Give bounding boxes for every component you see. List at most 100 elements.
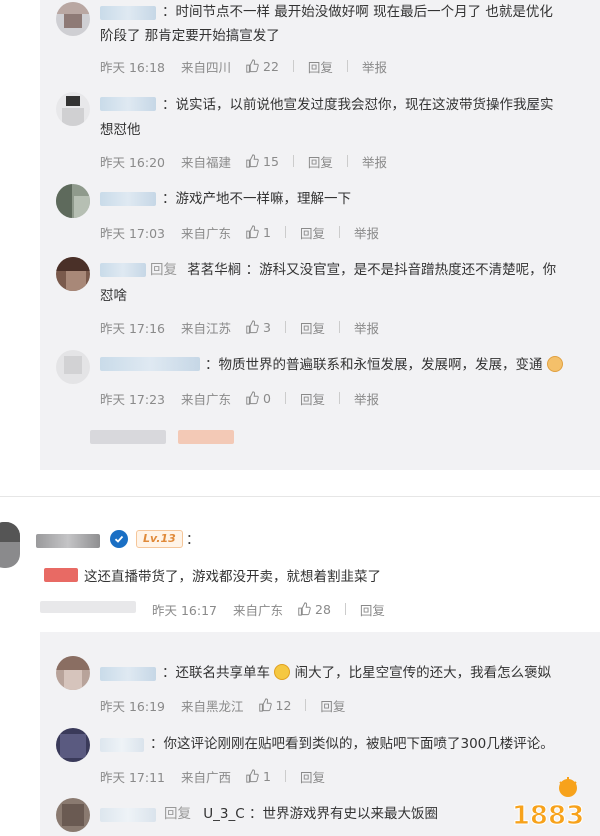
location: 来自广东 [181,391,232,407]
reply-text: ：说实话，以前说他宣发过度我会怼你，现在这波带货操作我屋实 [162,97,554,113]
like-button[interactable]: 1 [245,769,271,784]
avatar[interactable] [56,656,90,690]
mention-username[interactable]: 茗茗华榈 [187,262,241,278]
site-watermark-logo: 1883 [504,776,592,832]
blurred-tag [44,568,78,582]
comment-meta: 昨天 16:17 来自广东 28 回复 [152,599,399,619]
reply-text: ：你这评论刚刚在贴吧看到类似的，被贴吧下面喷了300几楼评论。 [150,736,554,752]
username-blurred[interactable] [100,357,200,371]
reply-button[interactable]: 回复 [300,767,325,786]
location: 来自广东 [181,225,232,241]
like-button[interactable]: 15 [245,154,279,169]
reply-tag: 回复 [150,262,177,278]
username-blurred[interactable] [100,6,156,20]
avatar[interactable] [56,728,90,762]
reply-button[interactable]: 回复 [300,223,325,242]
separator [346,60,348,72]
like-count: 28 [315,601,331,617]
mention-username[interactable]: U_3_C [203,806,244,822]
thumb-up-icon [246,225,259,239]
reply-body: ：还联名共享单车 [162,665,270,681]
avatar[interactable] [0,522,20,568]
username-blurred[interactable] [100,808,156,822]
blurred-meta [40,601,136,613]
reply-meta: 昨天 17:11 来自广西 1 回复 [100,766,339,786]
thumb-up-icon [258,698,272,712]
username-blurred[interactable] [36,534,100,548]
collapse-link-blurred[interactable] [178,430,234,444]
reply-body: ：物质世界的普遍联系和永恒发展，发展啊，发展，变通 [205,357,543,373]
reply-text: ：游戏产地不一样嘛，理解一下 [162,191,351,207]
separator [292,155,294,167]
separator [338,226,340,238]
like-count: 3 [263,319,271,335]
reply-meta: 昨天 16:19 来自黑龙江 12 回复 [100,695,359,715]
avatar[interactable] [56,350,90,384]
location: 来自福建 [181,154,232,170]
separator [338,392,340,404]
avatar[interactable] [56,184,90,218]
reply-body: ：世界游戏界有史以来最大饭圈 [249,806,438,822]
reply-meta: 昨天 16:18 来自四川 22 回复 举报 [100,56,401,76]
avatar[interactable] [56,92,90,126]
reply-meta: 昨天 17:03 来自广东 1 回复 举报 [100,222,393,242]
reply-tag: 回复 [164,806,191,822]
thumb-up-icon [246,154,259,168]
laughing-emoji-icon [274,664,291,680]
location: 来自广东 [233,602,284,618]
like-button[interactable]: 12 [258,698,291,713]
timestamp: 昨天 17:11 [100,769,165,785]
username-blurred[interactable] [100,738,144,752]
separator [284,321,286,333]
watermark-text: 1883 [512,801,584,830]
separator [338,321,340,333]
like-count: 15 [263,153,279,169]
thumb-up-icon [246,391,259,405]
username-blurred[interactable] [100,263,146,277]
username-blurred[interactable] [100,667,156,681]
reply-button[interactable]: 回复 [308,152,333,171]
like-button[interactable]: 28 [297,602,331,617]
username-blurred[interactable] [100,192,156,206]
timestamp: 昨天 16:19 [100,698,165,714]
reply-meta: 昨天 17:16 来自江苏 3 回复 举报 [100,317,393,337]
verified-badge-icon [110,530,128,548]
reply-button[interactable]: 回复 [300,318,325,337]
comment-divider [0,496,600,497]
like-count: 0 [263,390,271,406]
report-button[interactable]: 举报 [354,389,379,408]
report-button[interactable]: 举报 [362,152,387,171]
reply-text: 想怼他 [100,122,141,138]
thumb-up-icon [246,769,259,783]
like-button[interactable]: 1 [245,225,271,240]
like-count: 1 [263,768,271,784]
report-button[interactable]: 举报 [354,223,379,242]
report-button[interactable]: 举报 [362,57,387,76]
like-button[interactable]: 22 [245,59,279,74]
username-blurred[interactable] [100,97,156,111]
thumb-up-icon [246,320,259,334]
like-button[interactable]: 0 [245,391,271,406]
like-button[interactable]: 3 [245,320,271,335]
reply-text: ：还联名共享单车 闹大了，比星空宣传的还大，我看怎么褒姒 [162,660,551,686]
reply-button[interactable]: 回复 [360,600,385,619]
reply-text: ：物质世界的普遍联系和永恒发展，发展啊，发展，变通 [205,352,563,378]
timestamp: 昨天 16:17 [152,602,217,618]
timestamp: 昨天 16:20 [100,154,165,170]
separator [344,603,346,615]
more-replies-link-blurred[interactable] [90,430,166,444]
avatar[interactable] [56,2,90,36]
reply-meta: 昨天 17:23 来自广东 0 回复 举报 [100,388,393,408]
timestamp: 昨天 17:16 [100,320,165,336]
separator [284,770,286,782]
avatar[interactable] [56,798,90,832]
reply-button[interactable]: 回复 [308,57,333,76]
reply-text: 回复 茗茗华榈 ：游科又没官宣，是不是抖音蹭热度还不清楚呢，你 [150,257,556,283]
reply-button[interactable]: 回复 [320,696,345,715]
reply-button[interactable]: 回复 [300,389,325,408]
avatar[interactable] [56,257,90,291]
timestamp: 昨天 16:18 [100,59,165,75]
report-button[interactable]: 举报 [354,318,379,337]
reply-text: 阶段了 那肯定要开始搞宣发了 [100,28,280,44]
reply-body: 闹大了，比星空宣传的还大，我看怎么褒姒 [294,665,552,681]
